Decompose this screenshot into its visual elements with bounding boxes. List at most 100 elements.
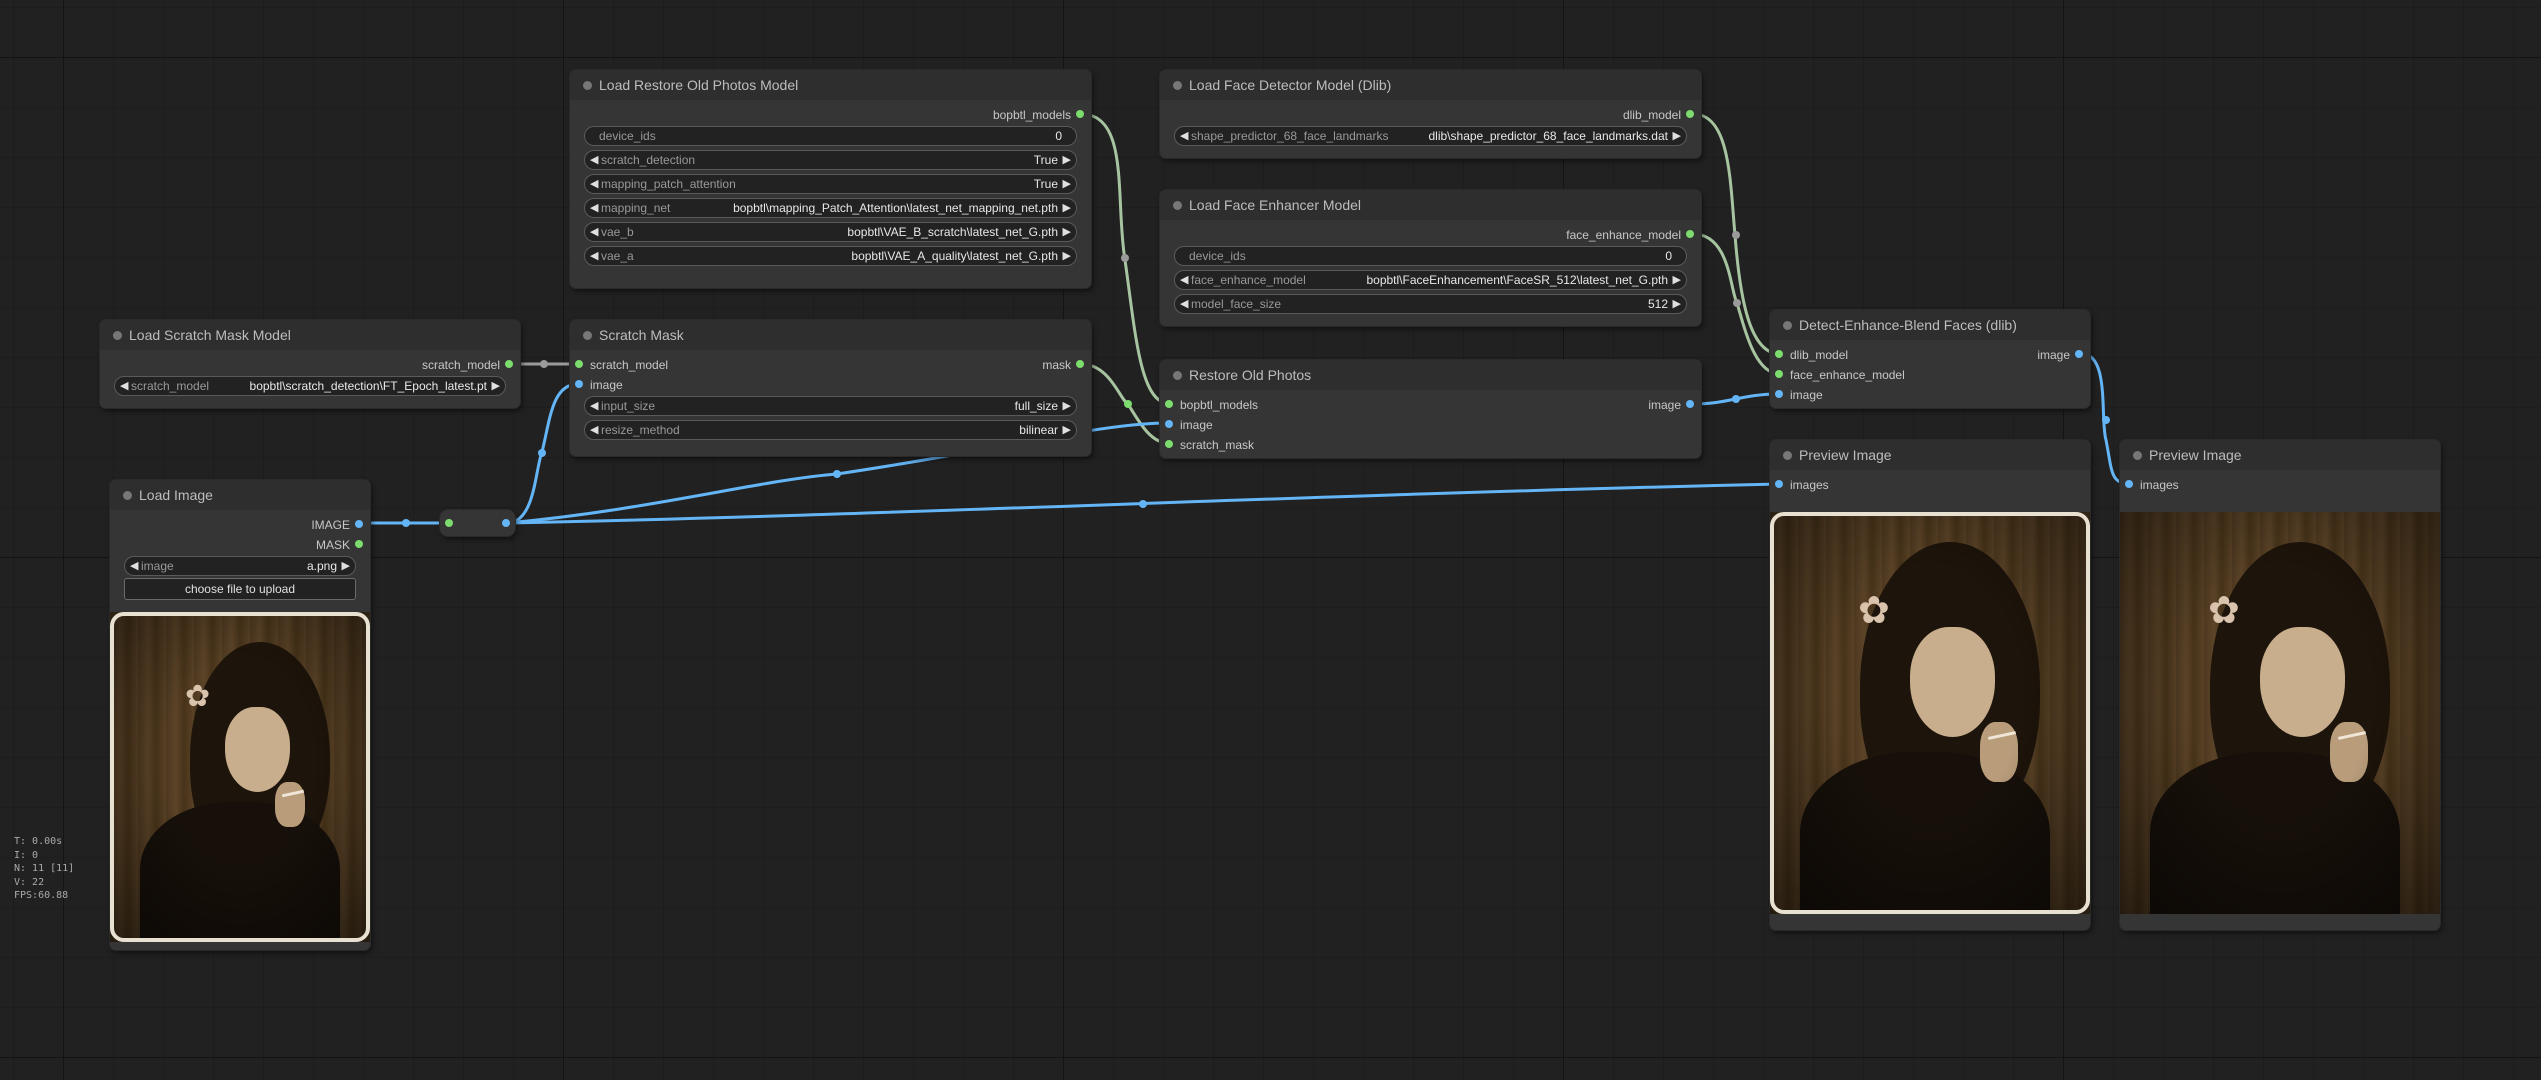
arrow-right-icon[interactable]: ▶ xyxy=(492,379,500,392)
node-title-bar[interactable]: Preview Image xyxy=(2120,440,2440,470)
node-title-bar[interactable]: Load Face Enhancer Model xyxy=(1160,190,1701,220)
input-slot-dot[interactable] xyxy=(1775,480,1783,488)
arrow-right-icon[interactable]: ▶ xyxy=(1063,153,1071,166)
output-image: image xyxy=(2037,348,2070,362)
node-title-bar[interactable]: Scratch Mask xyxy=(570,320,1091,350)
node-load-face-enhancer[interactable]: Load Face Enhancer Model face_enhance_mo… xyxy=(1160,190,1701,326)
arrow-left-icon[interactable]: ◀ xyxy=(1180,129,1188,142)
arrow-right-icon[interactable]: ▶ xyxy=(1063,423,1071,436)
input-slot-dot[interactable] xyxy=(575,380,583,388)
node-title-bar[interactable]: Load Scratch Mask Model xyxy=(100,320,520,350)
input-slot-dot[interactable] xyxy=(1775,370,1783,378)
reroute-node[interactable] xyxy=(440,510,515,536)
widget-input-size[interactable]: ◀ input_size full_size ▶ xyxy=(584,396,1077,416)
arrow-left-icon[interactable]: ◀ xyxy=(1180,273,1188,286)
output-slot-dot[interactable] xyxy=(2075,350,2083,358)
widget-face-enhance-model[interactable]: ◀ face_enhance_model bopbtl\FaceEnhancem… xyxy=(1174,270,1687,290)
node-title-bar[interactable]: Restore Old Photos xyxy=(1160,360,1701,390)
collapse-dot-icon[interactable] xyxy=(113,331,122,340)
arrow-left-icon[interactable]: ◀ xyxy=(120,379,128,392)
collapse-dot-icon[interactable] xyxy=(583,331,592,340)
node-title-bar[interactable]: Load Image xyxy=(110,480,370,510)
preview-photo-restored: ✿ xyxy=(2120,512,2440,914)
arrow-right-icon[interactable]: ▶ xyxy=(1063,225,1071,238)
collapse-dot-icon[interactable] xyxy=(1783,451,1792,460)
arrow-right-icon[interactable]: ▶ xyxy=(1673,129,1681,142)
input-slot-dot[interactable] xyxy=(2125,480,2133,488)
collapse-dot-icon[interactable] xyxy=(2133,451,2142,460)
widget-image-file[interactable]: ◀ image a.png ▶ xyxy=(124,556,356,576)
input-slot-dot[interactable] xyxy=(1165,400,1173,408)
arrow-left-icon[interactable]: ◀ xyxy=(590,225,598,238)
arrow-right-icon[interactable]: ▶ xyxy=(342,559,350,572)
widget-scratch-model[interactable]: ◀ scratch_model bopbtl\scratch_detection… xyxy=(114,376,506,396)
widget-mapping-net[interactable]: ◀ mapping_net bopbtl\mapping_Patch_Atten… xyxy=(584,198,1077,218)
arrow-left-icon[interactable]: ◀ xyxy=(590,423,598,436)
output-slot-dot[interactable] xyxy=(355,520,363,528)
arrow-left-icon[interactable]: ◀ xyxy=(1180,297,1188,310)
node-title-bar[interactable]: Load Restore Old Photos Model xyxy=(570,70,1091,100)
collapse-dot-icon[interactable] xyxy=(1173,81,1182,90)
node-restore-old-photos[interactable]: Restore Old Photos bopbtl_models image s… xyxy=(1160,360,1701,458)
output-dlib-model: dlib_model xyxy=(1622,108,1681,122)
widget-model-face-size[interactable]: ◀ model_face_size 512 ▶ xyxy=(1174,294,1687,314)
node-title: Load Face Detector Model (Dlib) xyxy=(1189,77,1392,93)
output-slot-dot[interactable] xyxy=(1686,400,1694,408)
node-load-image[interactable]: Load Image IMAGE MASK ◀ image a.png ▶ ch… xyxy=(110,480,370,950)
widget-vae-a[interactable]: ◀ vae_a bopbtl\VAE_A_quality\latest_net_… xyxy=(584,246,1077,266)
arrow-right-icon[interactable]: ▶ xyxy=(1063,249,1071,262)
node-title: Load Scratch Mask Model xyxy=(129,327,291,343)
node-title: Restore Old Photos xyxy=(1189,367,1312,383)
node-title-bar[interactable]: Detect-Enhance-Blend Faces (dlib) xyxy=(1770,310,2090,340)
input-slot-dot[interactable] xyxy=(1165,440,1173,448)
widget-scratch-detection[interactable]: ◀ scratch_detection True ▶ xyxy=(584,150,1077,170)
arrow-left-icon[interactable]: ◀ xyxy=(590,399,598,412)
arrow-right-icon[interactable]: ▶ xyxy=(1063,399,1071,412)
output-slot-dot[interactable] xyxy=(1686,110,1694,118)
node-load-face-detector[interactable]: Load Face Detector Model (Dlib) dlib_mod… xyxy=(1160,70,1701,158)
node-title-bar[interactable]: Load Face Detector Model (Dlib) xyxy=(1160,70,1701,100)
input-slot-dot[interactable] xyxy=(1775,350,1783,358)
collapse-dot-icon[interactable] xyxy=(1173,201,1182,210)
output-mask: mask xyxy=(1042,358,1071,372)
reroute-input-dot[interactable] xyxy=(445,519,453,527)
node-title-bar[interactable]: Preview Image xyxy=(1770,440,2090,470)
node-scratch-mask[interactable]: Scratch Mask scratch_model image mask ◀ … xyxy=(570,320,1091,456)
node-load-restore-model[interactable]: Load Restore Old Photos Model bopbtl_mod… xyxy=(570,70,1091,288)
arrow-right-icon[interactable]: ▶ xyxy=(1673,297,1681,310)
input-slot-dot[interactable] xyxy=(1775,390,1783,398)
render-stats: T: 0.00s I: 0 N: 11 [11] V: 22 FPS:60.88 xyxy=(14,835,74,903)
widget-mapping-patch-attention[interactable]: ◀ mapping_patch_attention True ▶ xyxy=(584,174,1077,194)
collapse-dot-icon[interactable] xyxy=(1173,371,1182,380)
arrow-left-icon[interactable]: ◀ xyxy=(130,559,138,572)
output-slot-dot[interactable] xyxy=(1686,230,1694,238)
arrow-right-icon[interactable]: ▶ xyxy=(1673,273,1681,286)
output-slot-dot[interactable] xyxy=(505,360,513,368)
collapse-dot-icon[interactable] xyxy=(1783,321,1792,330)
node-detect-enhance-blend[interactable]: Detect-Enhance-Blend Faces (dlib) dlib_m… xyxy=(1770,310,2090,408)
output-slot-dot[interactable] xyxy=(1076,360,1084,368)
arrow-left-icon[interactable]: ◀ xyxy=(590,201,598,214)
arrow-right-icon[interactable]: ▶ xyxy=(1063,177,1071,190)
output-slot-dot[interactable] xyxy=(1076,110,1084,118)
node-load-scratch-mask-model[interactable]: Load Scratch Mask Model scratch_model ◀ … xyxy=(100,320,520,408)
widget-resize-method[interactable]: ◀ resize_method bilinear ▶ xyxy=(584,420,1077,440)
widget-shape-predictor[interactable]: ◀ shape_predictor_68_face_landmarks dlib… xyxy=(1174,126,1687,146)
collapse-dot-icon[interactable] xyxy=(583,81,592,90)
collapse-dot-icon[interactable] xyxy=(123,491,132,500)
widget-vae-b[interactable]: ◀ vae_b bopbtl\VAE_B_scratch\latest_net_… xyxy=(584,222,1077,242)
stat-fps: FPS:60.88 xyxy=(14,890,69,901)
reroute-output-dot[interactable] xyxy=(502,519,510,527)
input-slot-dot[interactable] xyxy=(1165,420,1173,428)
node-preview-image-2[interactable]: Preview Image images ✿ xyxy=(2120,440,2440,930)
input-slot-dot[interactable] xyxy=(575,360,583,368)
widget-device-ids[interactable]: device_ids 0 xyxy=(584,126,1077,146)
arrow-left-icon[interactable]: ◀ xyxy=(590,249,598,262)
arrow-left-icon[interactable]: ◀ xyxy=(590,153,598,166)
arrow-left-icon[interactable]: ◀ xyxy=(590,177,598,190)
node-preview-image-1[interactable]: Preview Image images ✿ xyxy=(1770,440,2090,930)
arrow-right-icon[interactable]: ▶ xyxy=(1063,201,1071,214)
widget-device-ids[interactable]: device_ids 0 xyxy=(1174,246,1687,266)
upload-button[interactable]: choose file to upload xyxy=(124,578,356,600)
output-slot-dot[interactable] xyxy=(355,540,363,548)
